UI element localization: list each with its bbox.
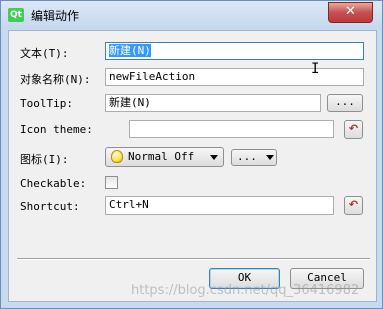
close-button[interactable]: ✕ [328, 2, 373, 23]
text-input[interactable]: 新建(N) [105, 42, 364, 60]
icon-more-button[interactable]: ... [231, 149, 277, 166]
text-label: 文本(T): [20, 47, 69, 60]
checkable-checkbox[interactable] [105, 176, 118, 189]
shortcut-input[interactable]: Ctrl+N [105, 196, 334, 215]
close-icon: ✕ [345, 4, 356, 19]
shortcut-value: Ctrl+N [109, 198, 149, 211]
text-input-value: 新建(N) [109, 44, 151, 57]
lightbulb-icon [111, 150, 123, 163]
dialog-title: 编辑动作 [31, 9, 80, 23]
reset-icon: ↶ [348, 198, 359, 211]
title-bar[interactable]: Qt 编辑动作 ✕ [1, 1, 382, 29]
shortcut-label: Shortcut: [20, 200, 80, 213]
icon-mode-combo[interactable]: Normal Off [105, 147, 224, 167]
icon-theme-reset-button[interactable]: ↶ [344, 120, 363, 139]
tooltip-more-button[interactable]: ... [327, 94, 363, 112]
separator [17, 258, 370, 260]
object-name-value: newFileAction [109, 70, 196, 83]
reset-icon: ↶ [348, 122, 359, 135]
icon-label: 图标(I): [20, 153, 69, 166]
icon-theme-input[interactable] [129, 120, 334, 138]
icon-more-label: ... [237, 150, 257, 163]
tooltip-label: ToolTip: [20, 97, 73, 110]
watermark: https://blog.csdn.net/qq_36416982 [131, 283, 360, 298]
object-name-input[interactable]: newFileAction [105, 68, 364, 86]
dialog-body: 文本(T): 新建(N) 对象名称(N): newFileAction I To… [8, 30, 377, 302]
shortcut-reset-button[interactable]: ↶ [344, 196, 363, 215]
checkable-label: Checkable: [20, 177, 87, 190]
tooltip-value: 新建(N) [109, 96, 151, 109]
icon-mode-value: Normal Off [128, 150, 195, 163]
tooltip-input[interactable]: 新建(N) [105, 94, 321, 112]
icon-theme-label: Icon theme: [20, 123, 93, 136]
chevron-down-icon [266, 155, 274, 160]
chevron-down-icon [210, 155, 218, 160]
qt-app-icon: Qt [8, 8, 24, 22]
edit-action-dialog: Qt 编辑动作 ✕ 文本(T): 新建(N) 对象名称(N): newFileA… [0, 0, 383, 309]
object-name-label: 对象名称(N): [20, 73, 91, 86]
text-cursor-icon: I [311, 61, 320, 77]
